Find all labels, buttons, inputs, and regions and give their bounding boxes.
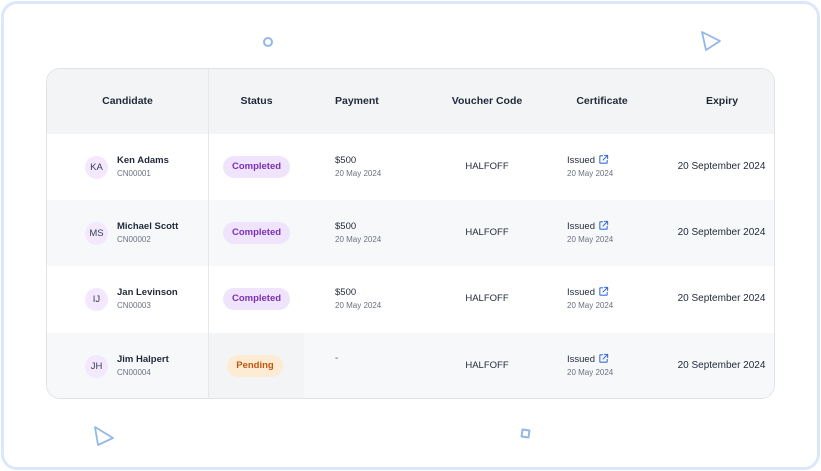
status-badge: Pending — [227, 355, 283, 377]
certificate-date: 20 May 2024 — [567, 169, 614, 178]
payment-date: 20 May 2024 — [335, 301, 382, 310]
status-badge: Completed — [223, 288, 290, 310]
column-divider — [208, 69, 209, 398]
voucher-code: HALFOFF — [465, 161, 509, 172]
expiry-date: 20 September 2024 — [677, 360, 766, 371]
payment-date: 20 May 2024 — [335, 169, 382, 178]
voucher-code: HALFOFF — [465, 227, 509, 238]
candidate-name: Ken Adams — [117, 155, 169, 166]
voucher-code: HALFOFF — [465, 360, 509, 371]
certificate-status: Issued — [567, 221, 595, 232]
square-decoration-icon — [520, 428, 531, 439]
table-row[interactable]: KA Ken Adams CN00001 Completed $500 20 M… — [47, 134, 774, 200]
status-badge: Completed — [223, 156, 290, 178]
header-expiry: Expiry — [705, 95, 739, 107]
expiry-date: 20 September 2024 — [677, 293, 766, 304]
table-row[interactable]: MS Michael Scott CN00002 Completed $500 … — [47, 200, 774, 266]
triangle-decoration-icon — [94, 426, 114, 446]
status-badge: Completed — [223, 222, 290, 244]
avatar: MS — [85, 222, 108, 245]
table-header: Candidate Status Payment Voucher Code Ce… — [47, 69, 774, 134]
certificate-status: Issued — [567, 155, 595, 166]
payment-amount: $500 — [335, 221, 357, 232]
candidate-name: Jim Halpert — [117, 354, 169, 365]
external-link-icon[interactable] — [598, 286, 609, 297]
avatar: JH — [85, 355, 108, 378]
certificate-date: 20 May 2024 — [567, 301, 614, 310]
external-link-icon[interactable] — [598, 353, 609, 364]
voucher-code: HALFOFF — [465, 293, 509, 304]
header-payment: Payment — [335, 95, 379, 107]
payment-amount: $500 — [335, 287, 357, 298]
candidate-id: CN00003 — [117, 301, 151, 310]
avatar: KA — [85, 156, 108, 179]
candidate-name: Michael Scott — [117, 221, 179, 232]
candidate-id: CN00004 — [117, 368, 151, 377]
candidates-table: Candidate Status Payment Voucher Code Ce… — [46, 68, 775, 399]
external-link-icon[interactable] — [598, 220, 609, 231]
certificate-status: Issued — [567, 354, 595, 365]
payment-date: 20 May 2024 — [335, 235, 382, 244]
candidate-id: CN00002 — [117, 235, 151, 244]
certificate-date: 20 May 2024 — [567, 235, 614, 244]
header-voucher-code: Voucher Code — [451, 95, 523, 107]
circle-decoration-icon — [263, 37, 273, 47]
expiry-date: 20 September 2024 — [677, 161, 766, 172]
table-row[interactable]: IJ Jan Levinson CN00003 Completed $500 2… — [47, 266, 774, 332]
avatar: IJ — [85, 288, 108, 311]
candidate-name: Jan Levinson — [117, 287, 178, 298]
header-certificate: Certificate — [576, 95, 628, 107]
expiry-date: 20 September 2024 — [677, 227, 766, 238]
payment-amount: $500 — [335, 155, 357, 166]
header-candidate: Candidate — [102, 95, 153, 107]
certificate-date: 20 May 2024 — [567, 368, 614, 377]
candidate-id: CN00001 — [117, 169, 151, 178]
table-row[interactable]: JH Jim Halpert CN00004 Pending - HALFOFF… — [47, 333, 774, 398]
payment-amount: - — [335, 353, 339, 364]
triangle-decoration-icon — [701, 31, 721, 51]
header-status: Status — [240, 95, 273, 107]
external-link-icon[interactable] — [598, 154, 609, 165]
certificate-status: Issued — [567, 287, 595, 298]
